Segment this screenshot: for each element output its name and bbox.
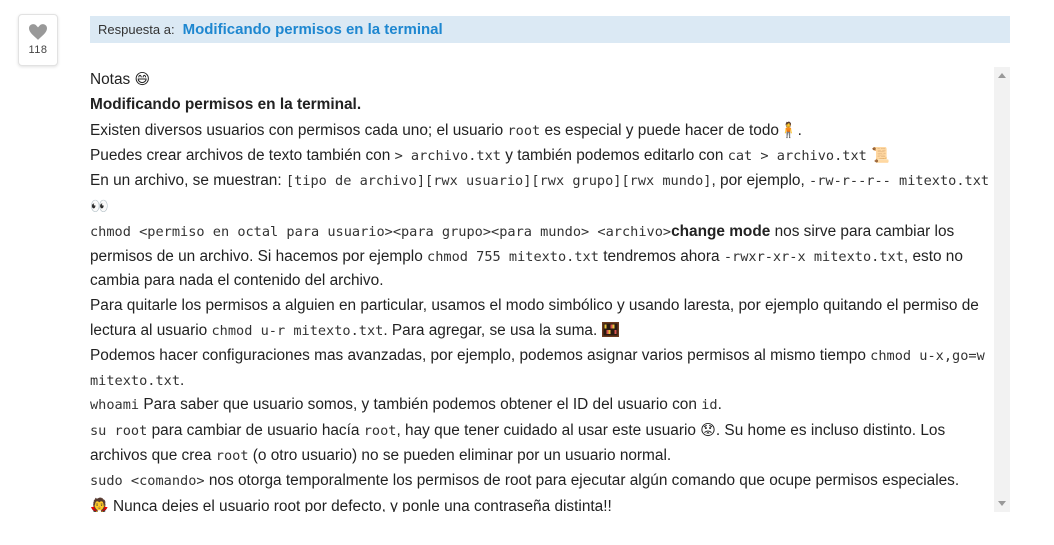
like-button[interactable]: 118 — [18, 14, 58, 66]
line-advanced: Podemos hacer configuraciones mas avanza… — [90, 346, 985, 389]
eyes-icon: 👀 — [90, 196, 109, 215]
grinning-face-icon: 😄 — [134, 70, 151, 88]
line-users: Existen diversos usuarios con permisos c… — [90, 118, 992, 144]
abacus-icon — [601, 321, 619, 337]
person-icon: 🧍 — [778, 120, 798, 139]
post-content-box: Notas 😄 Modificando permisos en la termi… — [88, 67, 1010, 512]
line-notas: Notas 😄 — [90, 67, 992, 93]
post-content: Notas 😄 Modificando permisos en la termi… — [90, 67, 992, 512]
line-warning: 🧛 Nunca dejes el usuario root por defect… — [90, 494, 992, 512]
line-chmod: chmod <permiso en octal para usuario><pa… — [90, 222, 963, 290]
reply-to-bar: Respuesta a: Modificando permisos en la … — [90, 16, 1010, 43]
like-count: 118 — [28, 44, 48, 56]
content-scrollbar[interactable] — [994, 67, 1010, 512]
scroll-icon: 📜 — [871, 146, 890, 165]
worried-face-icon: 😟 — [700, 421, 716, 440]
line-sudo: sudo <comando> nos otorga temporalmente … — [90, 471, 960, 489]
heart-icon — [29, 24, 47, 40]
line-su-root: su root para cambiar de usuario hacía ro… — [90, 418, 992, 469]
line-symbolic: Para quitarle los permisos a alguien en … — [90, 297, 979, 339]
scroll-up-arrow-icon[interactable] — [998, 73, 1006, 78]
reply-title-link[interactable]: Modificando permisos en la terminal — [183, 21, 443, 38]
reply-prefix: Respuesta a: — [98, 22, 175, 37]
line-file-perms: En un archivo, se muestran: [tipo de arc… — [90, 169, 992, 220]
vampire-icon: 🧛 — [90, 496, 109, 512]
line-whoami: whoami Para saber que usuario somos, y t… — [90, 396, 722, 414]
line-heading: Modificando permisos en la terminal. — [90, 95, 362, 113]
line-create-files: Puedes crear archivos de texto también c… — [90, 143, 992, 169]
scroll-down-arrow-icon[interactable] — [998, 501, 1006, 506]
